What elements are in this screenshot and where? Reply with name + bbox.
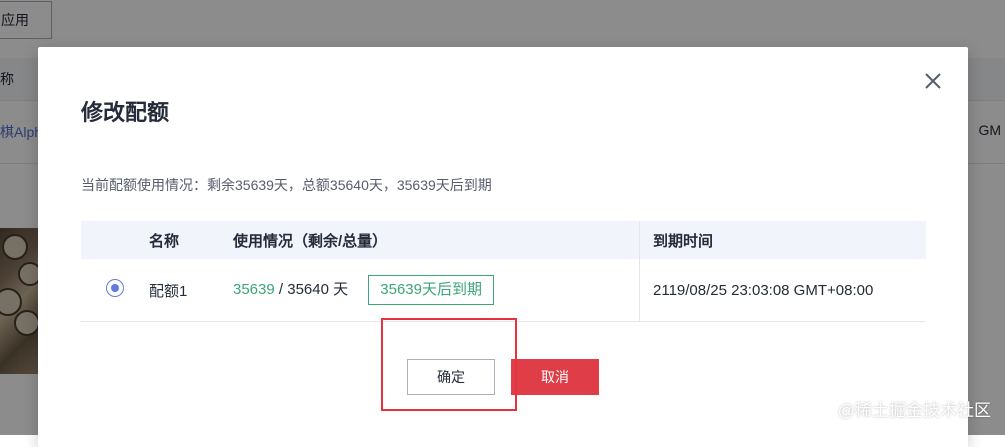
quota-table: 名称 使用情况（剩余/总量） 到期时间 配额1 35639 / 35640 天 … [81,221,926,322]
quota-summary: 当前配额使用情况：剩余35639天，总额35640天，35639天后到期 [81,177,492,193]
confirm-button[interactable]: 确定 [407,359,495,395]
edit-quota-dialog: 修改配额 当前配额使用情况：剩余35639天，总额35640天，35639天后到… [38,47,968,447]
dialog-title: 修改配额 [81,100,170,125]
expiry-time: 2119/08/25 23:03:08 GMT+08:00 [639,259,926,322]
quota-table-header: 名称 使用情况（剩余/总量） 到期时间 [81,221,926,259]
close-icon[interactable] [924,72,942,90]
header-expiry: 到期时间 [653,232,714,250]
quota-radio[interactable] [106,279,124,297]
quota-name: 配额1 [149,259,233,322]
header-name: 名称 [149,232,180,250]
header-usage: 使用情况（剩余/总量） [233,221,640,259]
cancel-button[interactable]: 取消 [511,359,599,395]
remaining-days: 35639 [233,281,275,298]
total-days: / 35640 天 [274,281,349,298]
expire-tag: 35639天后到期 [368,275,494,305]
watermark: @稀土掘金技术社区 [837,401,991,420]
row-select-cell [81,259,149,322]
table-row[interactable]: 配额1 35639 / 35640 天 35639天后到期 2119/08/25… [81,259,926,322]
header-select [81,221,149,259]
quota-usage-cell: 35639 / 35640 天 35639天后到期 [233,259,640,322]
